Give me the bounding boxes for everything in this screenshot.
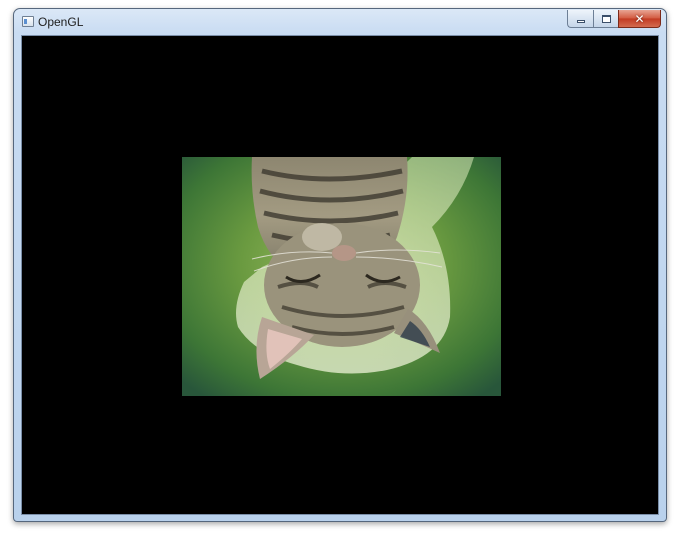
kitten-image: [182, 157, 501, 396]
maximize-icon: [601, 14, 611, 23]
application-window: OpenGL ✕: [13, 8, 667, 522]
title-bar[interactable]: OpenGL ✕: [14, 9, 666, 35]
texture-quad: [182, 157, 501, 396]
opengl-app-icon[interactable]: [22, 16, 34, 27]
maximize-button[interactable]: [593, 10, 618, 28]
minimize-button[interactable]: [567, 10, 593, 28]
close-button[interactable]: ✕: [618, 10, 661, 28]
close-icon: ✕: [634, 11, 645, 26]
minimize-icon: [576, 19, 585, 23]
caption-buttons: ✕: [567, 10, 661, 28]
window-title: OpenGL: [38, 15, 84, 29]
opengl-viewport[interactable]: [21, 35, 659, 515]
